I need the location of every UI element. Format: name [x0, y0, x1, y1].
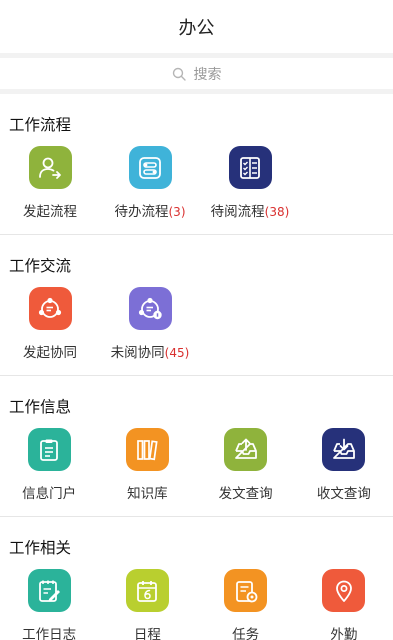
- search-placeholder: 搜索: [193, 66, 222, 83]
- schedule-tile: [125, 569, 169, 612]
- work-log-button[interactable]: 工作日志: [0, 569, 98, 640]
- knowledge-base-button[interactable]: 知识库: [98, 428, 196, 502]
- person-arrow-icon: [39, 157, 61, 179]
- start-workflow-button[interactable]: 发起流程: [0, 146, 100, 220]
- flow-switch-icon: [139, 156, 161, 179]
- info-portal-tile: [27, 428, 71, 471]
- item-count-badge: (38): [264, 205, 290, 219]
- books-icon: [137, 439, 158, 460]
- unread-collab-tile: [128, 287, 172, 330]
- location-pin-icon: [335, 580, 352, 602]
- collab-unread-icon: [138, 297, 162, 319]
- item-label: 待办流程: [114, 204, 169, 220]
- item-label: 未阅协同: [110, 345, 165, 361]
- section-title: 工作流程: [9, 116, 72, 134]
- item-label: 待阅流程: [210, 204, 265, 220]
- item-label: 任务: [232, 627, 260, 640]
- work-log-tile: [27, 569, 71, 612]
- start-collab-tile: [28, 287, 72, 330]
- tray-in-icon: [332, 438, 355, 459]
- section-work-related: 工作相关 工作日志 日程 任务 外勤: [0, 517, 393, 640]
- page-title: 办公: [178, 17, 215, 39]
- field-work-tile: [322, 569, 366, 612]
- task-tile: [224, 569, 268, 612]
- tray-out-icon: [234, 438, 257, 459]
- info-portal-button[interactable]: 信息门户: [0, 428, 98, 502]
- calendar-icon: [137, 580, 158, 602]
- section-collaboration: 工作交流 发起协同 未阅协同(45): [0, 235, 393, 376]
- item-label: 信息门户: [22, 486, 77, 502]
- checklist-icon: [240, 156, 260, 179]
- item-label: 发起协同: [23, 345, 77, 361]
- item-label: 日程: [133, 627, 161, 640]
- start-collab-button[interactable]: 发起协同: [0, 287, 100, 361]
- collab-send-icon: [38, 297, 62, 318]
- item-label: 知识库: [127, 486, 168, 502]
- pending-workflow-tile: [128, 146, 172, 189]
- item-count-badge: (3): [168, 205, 186, 219]
- pending-workflow-button[interactable]: 待办流程(3): [100, 146, 200, 220]
- to-read-workflow-button[interactable]: 待阅流程(38): [200, 146, 300, 220]
- section-title: 工作信息: [9, 398, 72, 416]
- section-work-info: 工作信息 信息门户 知识库 发文查询 收文查询: [0, 376, 393, 517]
- outgoing-doc-query-tile: [224, 428, 268, 471]
- schedule-button[interactable]: 日程: [98, 569, 196, 640]
- item-label: 发文查询: [218, 486, 273, 502]
- item-label: 工作日志: [22, 627, 77, 640]
- clipboard-icon: [40, 439, 59, 461]
- incoming-doc-query-tile: [322, 428, 366, 471]
- task-gear-icon: [235, 580, 258, 602]
- top-bar: 办公: [0, 0, 393, 53]
- section-title: 工作交流: [9, 257, 72, 275]
- search-icon: [172, 67, 186, 81]
- item-count-badge: (45): [164, 346, 190, 360]
- section-workflow: 工作流程 发起流程 待办流程(3) 待阅流程(38): [0, 94, 393, 235]
- log-pencil-icon: [39, 580, 61, 602]
- search-input[interactable]: 搜索: [0, 58, 393, 89]
- incoming-doc-query-button[interactable]: 收文查询: [295, 428, 393, 502]
- outgoing-doc-query-button[interactable]: 发文查询: [197, 428, 295, 502]
- knowledge-base-tile: [125, 428, 169, 471]
- field-work-button[interactable]: 外勤: [295, 569, 393, 640]
- section-title: 工作相关: [9, 539, 72, 557]
- item-label: 外勤: [330, 627, 358, 640]
- start-workflow-tile: [28, 146, 72, 189]
- search-bar-container: 搜索: [0, 53, 393, 94]
- task-button[interactable]: 任务: [197, 569, 295, 640]
- item-label: 发起流程: [23, 204, 77, 220]
- to-read-workflow-tile: [228, 146, 272, 189]
- unread-collab-button[interactable]: 未阅协同(45): [100, 287, 200, 361]
- item-label: 收文查询: [316, 486, 371, 502]
